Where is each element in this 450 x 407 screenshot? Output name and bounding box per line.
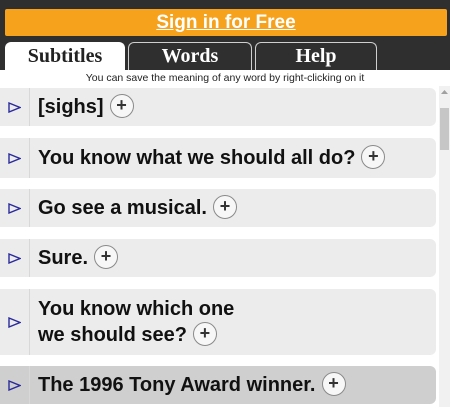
subtitle-line: You know which one [38,298,235,320]
chevron-up-icon[interactable] [439,86,450,98]
subtitle-list: [sighs] + You know what we should all do?… [0,86,436,407]
subtitle-line: we should see? [38,324,187,346]
sign-in-button[interactable]: Sign in for Free [5,9,447,36]
subtitle-row[interactable]: Go see a musical. + [0,189,436,227]
subtitle-text: You know what we should all do? + [30,144,386,171]
subtitle-text: Go see a musical. + [30,194,237,221]
subtitle-row[interactable]: You know which one we should see? + [0,289,436,355]
play-line-button[interactable] [0,189,30,227]
subtitle-row-current[interactable]: The 1996 Tony Award winner. + [0,366,436,404]
subtitle-text: The 1996 Tony Award winner. + [30,371,346,398]
play-line-button[interactable] [0,289,30,355]
tab-help[interactable]: Help [255,42,377,70]
tab-words[interactable]: Words [128,42,252,70]
play-icon [8,202,21,214]
scrollbar[interactable] [439,86,450,407]
add-word-icon[interactable]: + [361,144,386,169]
play-icon [8,379,21,391]
subtitle-row[interactable]: You know what we should all do? + [0,138,436,178]
subtitle-text: Sure. + [30,244,119,271]
hint-text: You can save the meaning of any word by … [85,72,365,84]
top-bar: Sign in for Free Subtitles Words Help [0,0,450,70]
add-word-icon[interactable]: + [212,194,237,219]
play-icon [8,252,21,264]
add-word-icon[interactable]: + [321,371,346,396]
subtitle-text: You know which one we should see? + [30,296,234,348]
play-icon [8,152,21,164]
subtitle-line: Go see a musical. [38,197,207,219]
add-word-icon[interactable]: + [94,244,119,269]
subtitle-line: The 1996 Tony Award winner. [38,374,316,396]
subtitle-line: [sighs] [38,96,104,118]
subtitle-line: Sure. [38,247,89,269]
add-word-icon[interactable]: + [109,93,134,118]
add-word-icon[interactable]: + [192,321,217,346]
play-line-button[interactable] [0,138,30,178]
play-line-button[interactable] [0,88,30,126]
subtitle-line: You know what we should all do? [38,147,356,169]
scrollbar-thumb[interactable] [440,108,449,150]
tab-subtitles[interactable]: Subtitles [5,42,125,70]
play-line-button[interactable] [0,366,30,404]
play-line-button[interactable] [0,239,30,277]
play-icon [8,101,21,113]
subtitle-row[interactable]: Sure. + [0,239,436,277]
subtitle-text: [sighs] + [30,93,134,120]
play-icon [8,316,21,328]
subtitle-row[interactable]: [sighs] + [0,88,436,126]
